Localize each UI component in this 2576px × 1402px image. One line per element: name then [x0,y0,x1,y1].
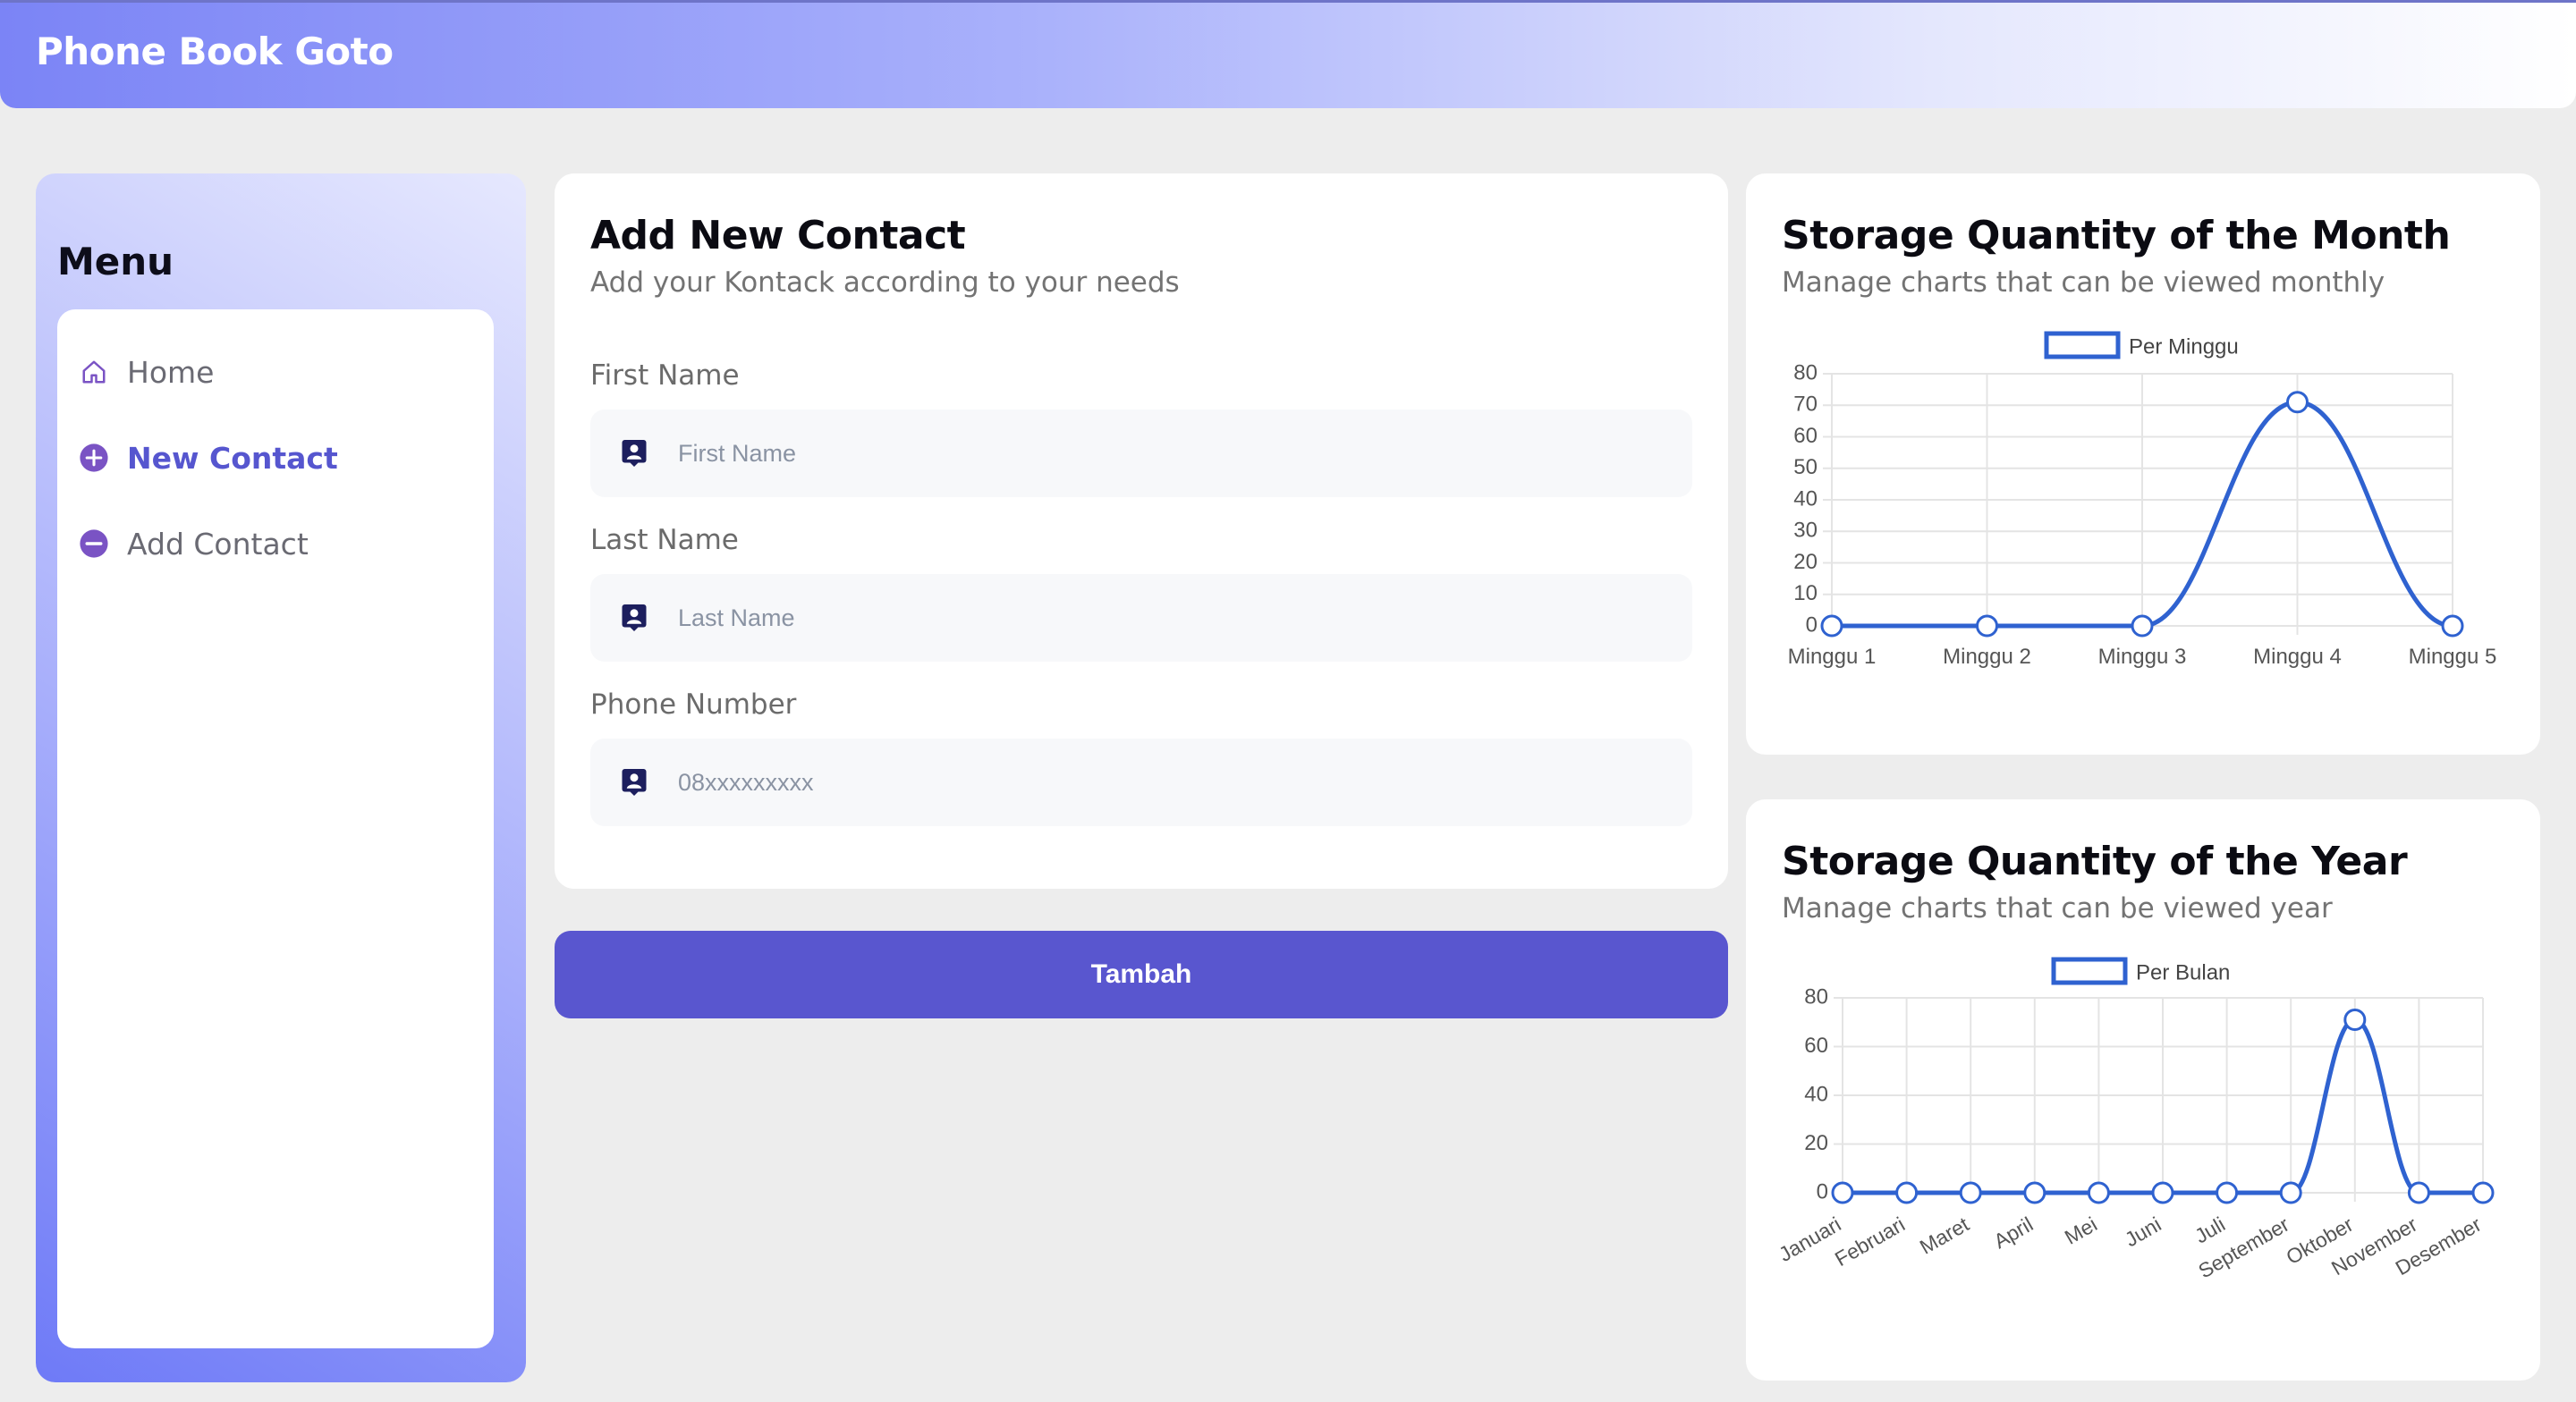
chart-legend: Per Minggu [2044,331,2239,359]
legend-swatch [2051,957,2128,985]
tambah-button[interactable]: Tambah [555,931,1728,1018]
data-point [2471,1181,2495,1204]
x-tick-label: Minggu 2 [1943,645,2031,669]
x-tick-label: Minggu 4 [2253,645,2342,669]
plus-circle-icon [79,443,109,473]
contact-card-icon [619,438,649,469]
y-tick-label: 20 [1804,1131,1828,1155]
add-contact-card: Add New Contact Add your Kontack accordi… [555,173,1728,889]
x-tick-label: Juni [2121,1212,2165,1252]
first-name-field [590,410,1692,497]
y-tick-label: 30 [1793,519,1818,543]
y-tick-label: 80 [1793,360,1818,384]
menu-title: Menu [57,240,174,283]
sidebar-item-label: Add Contact [127,526,309,562]
data-point [1976,614,1998,638]
month-line-chart: Per Minggu 0 10 20 30 40 50 60 70 80 Minggu 1 Mingg… [1788,331,2497,669]
phone-number-label: Phone Number [590,688,797,721]
form-subtitle: Add your Kontack according to your needs [590,266,1180,299]
y-tick-label: 10 [1793,581,1818,605]
data-point [2279,1181,2302,1204]
sidebar-item-add-contact[interactable]: Add Contact [79,517,472,570]
menu-panel: Home New Contact Add Contact [57,309,494,1348]
home-icon [79,357,109,387]
minus-circle-icon [79,528,109,559]
data-point [1959,1181,1982,1204]
first-name-label: First Name [590,359,740,392]
year-chart-card: Storage Quantity of the Year Manage char… [1746,799,2540,1381]
y-tick-label: 40 [1793,486,1818,511]
data-point [2286,391,2309,414]
year-line-chart: Per Bulan020406080JanuariFebruari Maret Ap… [1775,957,2495,1283]
x-tick-label: Minggu 3 [2098,645,2187,669]
contact-card-icon [619,767,649,798]
x-tick-label: Februari [1831,1212,1909,1271]
legend-label: Per Minggu [2129,334,2239,359]
phone-number-input[interactable] [678,768,1662,797]
data-point [2151,1181,2174,1204]
data-point [2216,1181,2239,1204]
last-name-input[interactable] [678,604,1662,632]
data-point [2087,1181,2110,1204]
contact-card-icon [619,603,649,633]
legend-swatch [2044,331,2121,359]
y-tick-label: 80 [1804,984,1828,1009]
y-tick-label: 70 [1793,393,1818,417]
x-tick-label: Juli [2190,1212,2229,1248]
data-point [2023,1181,2046,1204]
y-tick-label: 60 [1793,424,1818,448]
sidebar: Menu Home New Contact Add Contact [36,173,526,1382]
app-title: Phone Book Goto [36,30,394,73]
top-bar: Phone Book Goto [0,0,2576,108]
y-tick-label: 50 [1793,455,1818,479]
y-tick-label: 60 [1804,1034,1828,1058]
last-name-field [590,574,1692,662]
form-title: Add New Contact [590,213,966,258]
sidebar-item-label: Home [127,354,215,390]
x-tick-label: Minggu 5 [2409,645,2497,669]
legend-label: Per Bulan [2136,960,2230,984]
y-tick-label: 0 [1806,612,1818,637]
x-tick-label: Mei [2061,1212,2101,1249]
y-tick-label: 20 [1793,550,1818,574]
phone-number-field [590,739,1692,826]
data-point [2131,614,2154,638]
sidebar-item-label: New Contact [127,440,338,476]
sidebar-item-home[interactable]: Home [79,345,472,399]
data-point [1831,1181,1854,1204]
data-point [1895,1181,1919,1204]
chart-legend: Per Bulan [2051,957,2230,985]
x-tick-label: Minggu 1 [1788,645,1877,669]
y-tick-label: 40 [1804,1082,1828,1106]
x-tick-label: Maret [1916,1212,1973,1259]
y-tick-label: 0 [1817,1179,1828,1204]
first-name-input[interactable] [678,439,1662,468]
last-name-label: Last Name [590,524,739,556]
month-chart-card: Storage Quantity of the Month Manage cha… [1746,173,2540,755]
data-point [1820,614,1843,638]
data-point [2343,1009,2367,1032]
sidebar-item-new-contact[interactable]: New Contact [79,431,472,485]
data-point [2407,1181,2430,1204]
data-point [2441,614,2464,638]
x-tick-label: April [1989,1212,2037,1254]
